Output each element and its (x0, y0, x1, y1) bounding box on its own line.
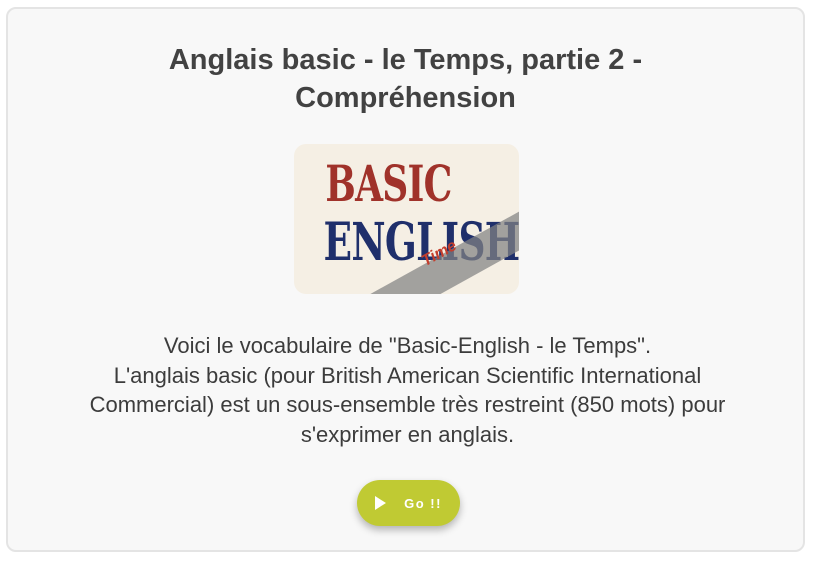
page-title: Anglais basic - le Temps, partie 2 - Com… (8, 41, 803, 117)
description-line-4: s'exprimer en anglais. (300, 421, 515, 447)
go-button[interactable]: Go !! (357, 480, 460, 526)
title-line-2: Compréhension (295, 82, 516, 114)
title-line-1: Anglais basic - le Temps, partie 2 - (168, 44, 643, 76)
basic-english-logo-image: BASIC ENGLISH Time (294, 144, 519, 294)
description: Voici le vocabulaire de "Basic-English -… (48, 331, 767, 449)
play-icon (375, 496, 387, 510)
go-button-label: Go !! (404, 495, 442, 511)
description-line-2: L'anglais basic (pour British American S… (113, 362, 702, 388)
activity-card: Anglais basic - le Temps, partie 2 - Com… (6, 7, 805, 552)
logo-text-basic: BASIC (325, 154, 452, 213)
description-line-3: Commercial) est un sous-ensemble très re… (89, 392, 726, 417)
description-line-1: Voici le vocabulaire de "Basic-English -… (163, 333, 652, 358)
